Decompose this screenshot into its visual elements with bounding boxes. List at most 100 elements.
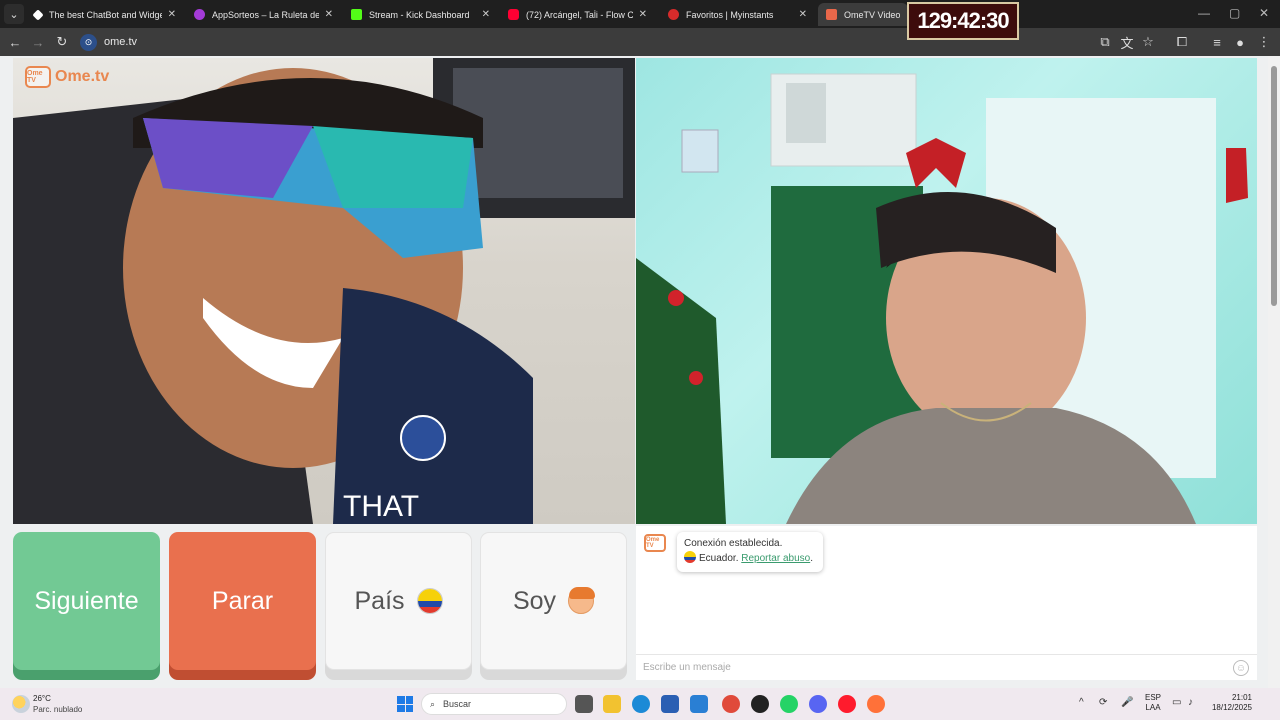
emoji-icon[interactable]: ☺ [1233,660,1249,676]
close-icon[interactable]: ✕ [639,9,647,20]
close-icon[interactable]: ✕ [168,9,176,20]
volume-icon[interactable]: ♪ [1188,697,1193,708]
report-abuse-link[interactable]: Reportar abuso [741,553,810,564]
stream-timer: 129:42:30 [907,2,1019,40]
site-info-icon[interactable]: ⊙ [80,33,97,51]
remote-video-frame [636,73,1248,524]
report-period: . [810,553,813,564]
bookmark-star-icon[interactable]: ☆ [1137,31,1159,53]
edge-icon[interactable] [632,695,650,713]
tab-title: Favoritos | Myinstants [686,9,774,20]
menu-kebab-icon[interactable]: ⋮ [1253,31,1275,53]
translate-icon[interactable]: 文 [1116,31,1138,53]
connection-status: Conexión establecida. [684,538,783,549]
back-icon[interactable]: ← [4,31,26,53]
windows-start-icon[interactable] [397,696,413,712]
close-icon[interactable]: ✕ [799,9,807,20]
url-text[interactable]: ome.tv [104,36,137,48]
svg-text:THAT: THAT [343,490,419,523]
search-icon: ⌕ [430,698,436,709]
reload-icon[interactable]: ↻ [51,31,73,53]
system-clock[interactable]: 21:01 18/12/2025 [1208,693,1252,713]
chatbot-favicon-icon [32,8,44,21]
scrollbar-thumb[interactable] [1271,66,1277,306]
close-icon[interactable]: ✕ [325,9,333,20]
weather-partly-cloudy-icon[interactable] [12,695,30,713]
weather-description[interactable]: Parc. nublado [33,705,82,714]
tab-title: AppSorteos – La Ruleta de la S [212,9,319,20]
next-button-label: Siguiente [34,586,139,615]
task-view-icon[interactable] [575,695,593,713]
store-icon[interactable] [661,695,679,713]
browser-toolbar: ← → ↻ ⊙ ome.tv ⧉ 文 ☆ ⧠ ≡ ● ⋮ [0,28,1280,56]
tab-ometv[interactable]: OmeTV Video Cha [818,3,908,26]
local-video: THAT Ome TV Ome.tv [13,58,635,524]
gender-button-label: Soy [512,586,557,615]
kick-favicon-icon [351,9,362,20]
language-indicator[interactable]: ESP LAA [1145,693,1161,713]
message-input[interactable]: Escribe un mensaje ☺ [636,654,1257,680]
ometv-favicon-icon [826,9,837,20]
firefox-icon[interactable] [867,695,885,713]
tab-myinstants[interactable]: Favoritos | Myinstants ✕ [660,3,815,26]
media-control-icon[interactable]: ≡ [1206,31,1228,53]
ecuador-flag-icon [416,588,443,614]
sync-icon[interactable]: ⟳ [1099,697,1107,708]
message-placeholder: Escribe un mensaje [643,662,731,673]
country-name: Ecuador. [699,553,739,564]
close-window-icon[interactable]: ✕ [1259,6,1269,20]
country-filter-button[interactable]: País [325,532,472,670]
outlook-icon[interactable] [690,695,708,713]
stop-button-label: Parar [211,586,274,615]
close-icon[interactable]: ✕ [482,9,490,20]
file-explorer-icon[interactable] [603,695,621,713]
chat-controls: Siguiente Parar País Soy [13,532,627,680]
tab-search-button[interactable]: ⌄ [4,4,24,24]
logo-text: Ome.tv [55,68,110,85]
microphone-icon[interactable]: 🎤 [1121,697,1133,708]
tab-appsorteos[interactable]: AppSorteos – La Ruleta de la S ✕ [186,3,341,26]
stop-button[interactable]: Parar [169,532,316,670]
profile-avatar[interactable]: ● [1229,31,1251,53]
weather-temperature[interactable]: 26°C [33,694,51,703]
appsorteos-favicon-icon [194,9,205,20]
maximize-icon[interactable]: ▢ [1229,6,1240,20]
ometv-logo: Ome TV Ome.tv [25,66,109,88]
discord-icon[interactable] [809,695,827,713]
page-scrollbar[interactable] [1268,56,1280,688]
search-placeholder: Buscar [443,699,472,709]
network-icon[interactable]: ▭ [1172,697,1181,708]
minimize-icon[interactable]: — [1198,6,1210,20]
ecuador-flag-icon [684,551,696,563]
extensions-icon[interactable]: ⧠ [1171,31,1193,53]
tab-kick-dashboard[interactable]: Stream - Kick Dashboard ✕ [343,3,498,26]
next-button[interactable]: Siguiente [13,532,160,670]
myinstants-favicon-icon [668,9,679,20]
cast-icon[interactable]: ⧉ [1094,31,1116,53]
tray-chevron-up-icon[interactable]: ^ [1079,697,1084,708]
tab-chatbot[interactable]: The best ChatBot and Widgets ✕ [26,3,184,26]
forward-icon[interactable]: → [27,31,49,53]
remote-video [636,58,1257,524]
lang-code: ESP [1145,693,1162,702]
local-video-frame: THAT [13,58,635,524]
tab-youtube[interactable]: (72) Arcángel, Taĺi - Flow Cabrón ✕ [500,3,655,26]
tab-title: The best ChatBot and Widgets [49,9,162,20]
system-message: Conexión establecida. Ecuador. Reportar … [677,532,823,572]
clock-time: 21:01 [1231,693,1252,702]
ometv-logo-icon: Ome TV [25,66,51,88]
taskbar-search[interactable]: ⌕ Buscar [421,693,567,715]
tab-strip: ⌄ The best ChatBot and Widgets ✕ AppSort… [0,0,1280,28]
tab-title: OmeTV Video Cha [844,9,900,20]
ometv-page: THAT Ome TV Ome.tv Siguiente Parar País … [0,56,1268,688]
chat-panel: Ome TV Conexión establecida. Ecuador. Re… [636,526,1257,680]
boy-face-icon [568,587,596,614]
gender-button[interactable]: Soy [480,532,627,670]
chrome-icon[interactable] [722,695,740,713]
country-line: Ecuador. Reportar abuso. [684,551,816,566]
ometv-chat-avatar-icon: Ome TV [644,534,666,552]
obs-icon[interactable] [751,695,769,713]
windows-taskbar: 26°C Parc. nublado ⌕ Buscar ^ ⟳ 🎤 ESP LAA… [0,688,1280,720]
whatsapp-icon[interactable] [780,695,798,713]
opera-icon[interactable] [838,695,856,713]
